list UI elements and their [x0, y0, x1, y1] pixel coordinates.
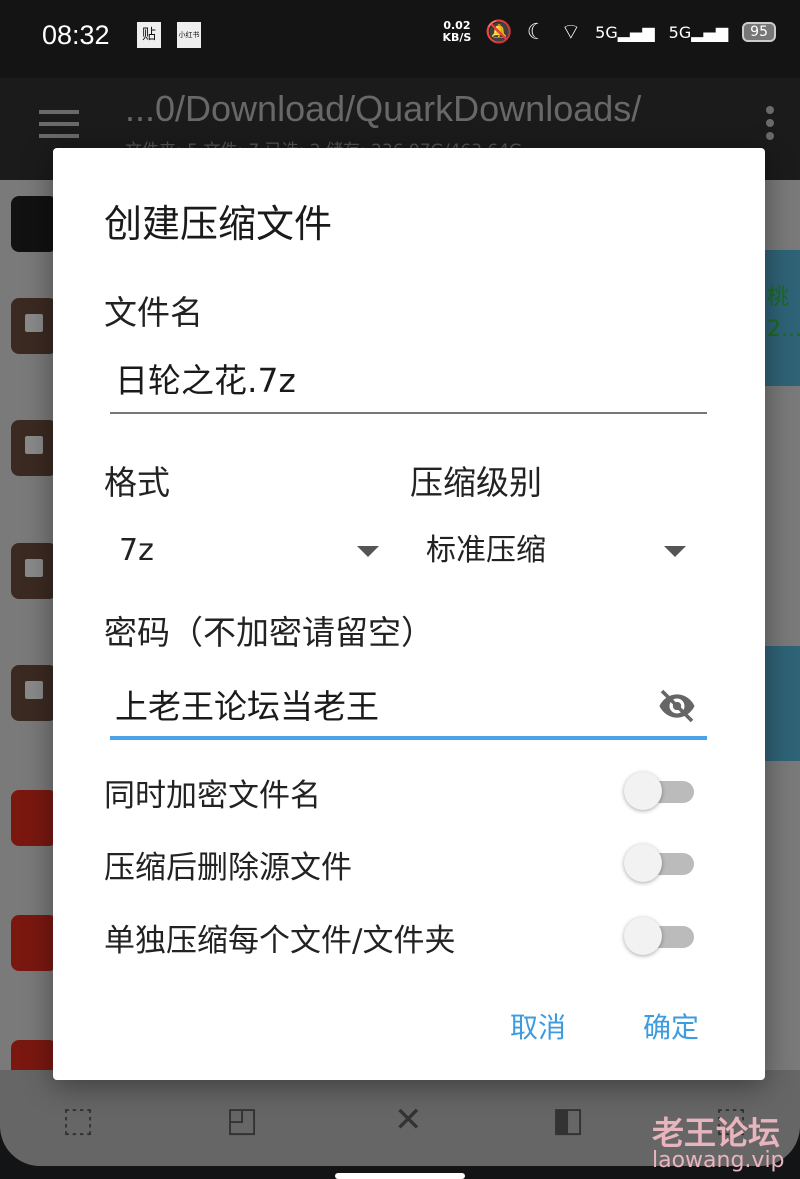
format-value: 7z: [119, 533, 154, 568]
compression-level-label: 压缩级别: [410, 463, 542, 502]
dropdown-arrow-icon: [357, 546, 379, 557]
clock: 08:32: [42, 20, 110, 50]
row-name: 桃: [767, 285, 790, 310]
ok-button[interactable]: 确定: [643, 1006, 699, 1046]
close-selection-icon[interactable]: ✕: [394, 1100, 423, 1140]
encrypt-filenames-toggle[interactable]: [624, 772, 694, 810]
current-path: ...0/Download/QuarkDownloads/: [125, 88, 642, 129]
delete-source-toggle[interactable]: [624, 844, 694, 882]
option-label: 单独压缩每个文件/文件夹: [104, 923, 456, 959]
archive-icon[interactable]: [11, 298, 57, 354]
network-speed: 0.02 KB/S: [442, 20, 471, 44]
mute-bell-icon: 🔕: [485, 19, 513, 45]
option-label: 压缩后删除源文件: [104, 850, 352, 886]
xiaohongshu-notification-icon: 小红书: [177, 22, 201, 48]
archive-icon[interactable]: [11, 420, 57, 476]
level-value: 标准压缩: [426, 533, 546, 568]
archive-icon[interactable]: [11, 665, 57, 721]
watermark-url: laowang.vip: [652, 1148, 785, 1173]
more-options-icon[interactable]: [766, 106, 774, 145]
hamburger-menu-icon[interactable]: [39, 110, 79, 146]
gesture-nav-bar[interactable]: [335, 1173, 465, 1179]
battery-icon: 95: [742, 22, 776, 42]
visibility-off-icon[interactable]: [655, 686, 699, 726]
pdf-icon[interactable]: [11, 790, 57, 846]
compression-level-select[interactable]: 标准压缩: [426, 526, 686, 576]
selected-row-highlight[interactable]: [765, 646, 800, 761]
selected-row-text: 桃 2...: [767, 282, 800, 346]
compress-separately-option[interactable]: 单独压缩每个文件/文件夹: [104, 911, 694, 961]
format-select[interactable]: 7z: [119, 526, 379, 576]
signal-5g-icon: 5G▂▄▆: [595, 22, 655, 42]
option-label: 同时加密文件名: [104, 778, 321, 814]
compress-separately-toggle[interactable]: [624, 917, 694, 955]
folder-icon[interactable]: [11, 196, 57, 252]
dropdown-arrow-icon: [664, 546, 686, 557]
moon-icon: ☾: [526, 19, 547, 45]
signal-5g-icon-2: 5G▂▄▆: [668, 22, 729, 42]
pdf-icon[interactable]: [11, 915, 57, 971]
dialog-title: 创建压缩文件: [104, 202, 333, 246]
net-speed-unit: KB/S: [442, 31, 472, 44]
password-label: 密码（不加密请留空）: [104, 613, 434, 652]
select-range-icon[interactable]: ◰: [226, 1100, 258, 1140]
row-size: 2...: [767, 317, 800, 342]
tieba-notification-icon: 贴: [137, 22, 161, 48]
cancel-button[interactable]: 取消: [510, 1006, 566, 1046]
invert-selection-icon[interactable]: ◧: [552, 1100, 584, 1140]
password-value: 上老王论坛当老王: [115, 687, 379, 726]
password-input[interactable]: 上老王论坛当老王: [110, 674, 707, 740]
select-all-icon[interactable]: ⬚: [62, 1100, 94, 1140]
status-bar: 08:32 贴 小红书 0.02 KB/S 🔕 ☾ ⌔ 5G▂▄▆ 5G▂▄▆ 9…: [0, 0, 800, 78]
filename-label: 文件名: [104, 293, 203, 332]
filename-input[interactable]: 日轮之花.7z: [110, 348, 707, 414]
wifi-icon: ⌔: [560, 20, 582, 45]
create-archive-dialog: 创建压缩文件 文件名 日轮之花.7z 格式 压缩级别 7z 标准压缩 密码（不加…: [53, 148, 765, 1080]
encrypt-filenames-option[interactable]: 同时加密文件名: [104, 766, 694, 816]
format-label: 格式: [104, 463, 170, 502]
archive-icon[interactable]: [11, 543, 57, 599]
delete-source-option[interactable]: 压缩后删除源文件: [104, 838, 694, 888]
